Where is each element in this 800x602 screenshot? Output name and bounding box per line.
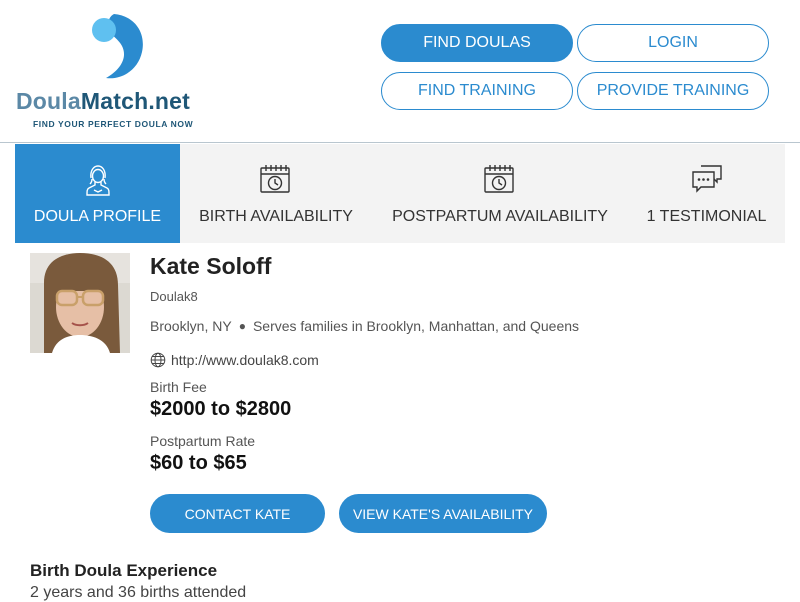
tab-birth-availability[interactable]: BIRTH AVAILABILITY (180, 144, 372, 243)
website-link[interactable]: http://www.doulak8.com (171, 352, 319, 368)
tab-label: DOULA PROFILE (33, 208, 162, 225)
tab-label: 1 TESTIMONIAL (646, 208, 767, 225)
postpartum-rate-label: Postpartum Rate (150, 433, 256, 449)
birth-fee-value: $2000 to $2800 (150, 398, 292, 420)
tab-label: BIRTH AVAILABILITY (199, 208, 353, 225)
tab-label: POSTPARTUM AVAILABILITY (392, 208, 608, 225)
city: Brooklyn, NY (150, 318, 232, 334)
tab-testimonial[interactable]: 1 TESTIMONIAL (628, 144, 785, 243)
business-name: Doulak8 (150, 289, 198, 304)
chat-bubbles-icon (691, 165, 722, 193)
header-divider (0, 142, 800, 143)
location-line: Brooklyn, NY ● Serves families in Brooklyn… (150, 318, 579, 334)
experience-heading: Birth Doula Experience (30, 561, 218, 580)
contact-button[interactable]: CONTACT KATE (150, 494, 325, 533)
experience-text: 2 years and 36 births attended (30, 584, 247, 601)
birth-fee-label: Birth Fee (150, 379, 207, 395)
website-row: http://www.doulak8.com (150, 352, 319, 368)
view-availability-button[interactable]: VIEW KATE'S AVAILABILITY (339, 494, 547, 533)
calendar-clock-icon (484, 165, 514, 193)
profile-photo (30, 253, 130, 353)
logo-tagline: FIND YOUR PERFECT DOULA NOW (33, 119, 194, 129)
service-area: Serves families in Brooklyn, Manhattan, … (252, 318, 580, 334)
postpartum-rate-value: $60 to $65 (150, 452, 247, 474)
tab-doula-profile[interactable]: DOULA PROFILE (15, 144, 180, 243)
globe-icon (150, 352, 166, 368)
calendar-clock-icon (260, 165, 290, 193)
profile-tabs: DOULA PROFILE BIRTH AVAILABILITY POSTPAR… (15, 144, 785, 243)
tab-postpartum-availability[interactable]: POSTPARTUM AVAILABILITY (372, 144, 628, 243)
site-logo[interactable]: DoulaMatch.net FIND YOUR PERFECT DOULA N… (16, 10, 216, 130)
logo-mark-icon (92, 14, 143, 79)
find-doulas-button[interactable]: FIND DOULAS (381, 24, 573, 62)
find-training-button[interactable]: FIND TRAINING (381, 72, 573, 110)
separator-dot: ● (238, 319, 246, 333)
login-button[interactable]: LOGIN (577, 24, 769, 62)
provide-training-button[interactable]: PROVIDE TRAINING (577, 72, 769, 110)
person-icon (85, 165, 110, 196)
logo-wordmark: DoulaMatch.net (16, 88, 191, 114)
doula-name: Kate Soloff (150, 253, 272, 279)
